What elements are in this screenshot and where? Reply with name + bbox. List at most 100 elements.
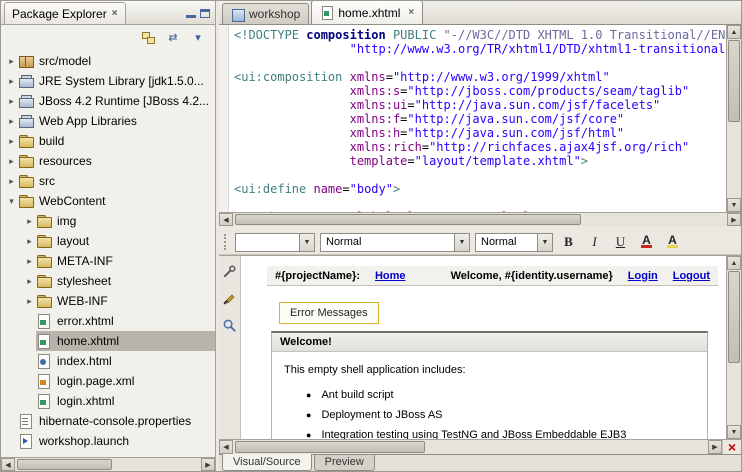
login-link[interactable]: Login	[628, 270, 658, 282]
scrollbar-track[interactable]	[727, 39, 741, 198]
collapsed-arrow-icon[interactable]: ▸	[5, 156, 18, 167]
tree-item[interactable]: ▸resources	[1, 151, 215, 171]
tree-item-body[interactable]: stylesheet	[36, 271, 215, 291]
scrollbar-track[interactable]	[727, 270, 741, 425]
scrollbar-track[interactable]	[15, 458, 201, 471]
font-color-button[interactable]: A	[636, 232, 657, 252]
tree-item[interactable]: ▸JBoss 4.2 Runtime [JBoss 4.2...	[1, 91, 215, 111]
tree-item[interactable]: workshop.launch	[1, 431, 215, 451]
tree-item[interactable]: index.html	[1, 351, 215, 371]
tree-item-body[interactable]: login.page.xml	[36, 371, 215, 391]
tree-item[interactable]: ▸img	[1, 211, 215, 231]
tree-item[interactable]: ▸layout	[1, 231, 215, 251]
tree-item-body[interactable]: layout	[36, 231, 215, 251]
package-explorer-tab[interactable]: Package Explorer ×	[4, 2, 126, 24]
chevron-down-icon[interactable]: ▼	[537, 234, 552, 251]
zoom-button[interactable]	[221, 316, 239, 334]
collapsed-arrow-icon[interactable]: ▸	[23, 276, 36, 287]
scroll-down-icon[interactable]: ▼	[727, 425, 741, 439]
editor-hscrollbar[interactable]: ◀ ▶	[219, 212, 741, 226]
tree-item[interactable]: error.xhtml	[1, 311, 215, 331]
tree-item-body[interactable]: src/model	[18, 51, 215, 71]
scroll-down-icon[interactable]: ▼	[727, 198, 741, 212]
font-combo[interactable]: Normal ▼	[320, 233, 470, 252]
tree-item-body[interactable]: login.xhtml	[36, 391, 215, 411]
collapsed-arrow-icon[interactable]: ▸	[23, 296, 36, 307]
tree-item-body[interactable]: build	[18, 131, 215, 151]
tree-item[interactable]: ▸build	[1, 131, 215, 151]
editor-tab-home-xhtml[interactable]: home.xhtml ×	[311, 0, 423, 24]
bold-button[interactable]: B	[558, 232, 579, 252]
logout-link[interactable]: Logout	[673, 270, 710, 282]
tree-item-body[interactable]: Web App Libraries	[18, 111, 215, 131]
scroll-right-icon[interactable]: ▶	[708, 440, 722, 454]
tree-item-body[interactable]: resources	[18, 151, 215, 171]
collapsed-arrow-icon[interactable]: ▸	[5, 56, 18, 67]
tree-item-body[interactable]: WebContent	[18, 191, 215, 211]
highlight-color-button[interactable]: A	[662, 232, 683, 252]
collapsed-arrow-icon[interactable]: ▸	[23, 236, 36, 247]
collapse-all-icon[interactable]	[139, 29, 157, 46]
size-combo[interactable]: Normal ▼	[475, 233, 553, 252]
preview-vscrollbar[interactable]: ▲ ▼	[726, 256, 741, 439]
tree-item-body[interactable]: img	[36, 211, 215, 231]
tree-item[interactable]: ▸src	[1, 171, 215, 191]
tree-item[interactable]: login.page.xml	[1, 371, 215, 391]
maximize-icon[interactable]	[200, 9, 210, 18]
collapsed-arrow-icon[interactable]: ▸	[23, 256, 36, 267]
home-link[interactable]: Home	[375, 270, 406, 282]
scroll-right-icon[interactable]: ▶	[201, 458, 215, 471]
collapsed-arrow-icon[interactable]: ▸	[5, 76, 18, 87]
tab-preview[interactable]: Preview	[314, 455, 375, 471]
expanded-arrow-icon[interactable]: ▾	[5, 196, 18, 207]
tree-item[interactable]: hibernate-console.properties	[1, 411, 215, 431]
tree-item-body[interactable]: WEB-INF	[36, 291, 215, 311]
chevron-down-icon[interactable]: ▼	[454, 234, 469, 251]
editor-tab-workshop[interactable]: workshop	[222, 3, 309, 24]
tab-visual-source[interactable]: Visual/Source	[222, 454, 312, 471]
editor-vscrollbar[interactable]: ▲ ▼	[726, 25, 741, 212]
italic-button[interactable]: I	[584, 232, 605, 252]
code-content[interactable]: <!DOCTYPE composition PUBLIC "-//W3C//DT…	[229, 25, 726, 212]
error-messages-placeholder[interactable]: Error Messages	[279, 302, 379, 324]
package-explorer-hscrollbar[interactable]: ◀ ▶	[1, 457, 215, 471]
tree-item-body[interactable]: workshop.launch	[18, 431, 215, 451]
visual-design-surface[interactable]: #{projectName}: Home Welcome, #{identity…	[241, 256, 741, 439]
preferences-button[interactable]	[221, 262, 239, 280]
scroll-left-icon[interactable]: ◀	[1, 458, 15, 471]
collapsed-arrow-icon[interactable]: ▸	[5, 176, 18, 187]
scroll-up-icon[interactable]: ▲	[727, 25, 741, 39]
tree-item-body[interactable]: META-INF	[36, 251, 215, 271]
scrollbar-thumb[interactable]	[235, 441, 425, 453]
underline-button[interactable]: U	[610, 232, 631, 252]
tree-item[interactable]: ▾WebContent	[1, 191, 215, 211]
tree-item[interactable]: ▸JRE System Library [jdk1.5.0...	[1, 71, 215, 91]
close-tab-icon[interactable]: ×	[408, 7, 414, 18]
view-menu-icon[interactable]: ▾	[189, 29, 207, 46]
scrollbar-thumb[interactable]	[17, 459, 112, 470]
tree-item-body[interactable]: JBoss 4.2 Runtime [JBoss 4.2...	[18, 91, 215, 111]
tree-item-body[interactable]: home.xhtml	[36, 331, 215, 351]
tree-item[interactable]: ▸stylesheet	[1, 271, 215, 291]
tree-item[interactable]: login.xhtml	[1, 391, 215, 411]
scroll-left-icon[interactable]: ◀	[219, 440, 233, 454]
collapsed-arrow-icon[interactable]: ▸	[5, 136, 18, 147]
tree-item-body[interactable]: hibernate-console.properties	[18, 411, 215, 431]
scrollbar-thumb[interactable]	[728, 271, 740, 363]
tree-item[interactable]: ▸src/model	[1, 51, 215, 71]
tree-item-body[interactable]: src	[18, 171, 215, 191]
scroll-up-icon[interactable]: ▲	[727, 256, 741, 270]
tree-item[interactable]: ▸Web App Libraries	[1, 111, 215, 131]
scrollbar-thumb[interactable]	[728, 40, 740, 122]
toolbar-drag-handle[interactable]	[224, 234, 228, 250]
preview-hscrollbar[interactable]: ◀ ▶	[219, 440, 722, 454]
scroll-right-icon[interactable]: ▶	[727, 213, 741, 226]
style-combo[interactable]: ▼	[235, 233, 315, 252]
error-indicator-icon[interactable]: ×	[722, 440, 741, 454]
scrollbar-track[interactable]	[233, 440, 708, 454]
collapsed-arrow-icon[interactable]: ▸	[5, 116, 18, 127]
scrollbar-track[interactable]	[233, 213, 727, 226]
chevron-down-icon[interactable]: ▼	[299, 234, 314, 251]
minimize-icon[interactable]	[186, 9, 196, 18]
scroll-left-icon[interactable]: ◀	[219, 213, 233, 226]
